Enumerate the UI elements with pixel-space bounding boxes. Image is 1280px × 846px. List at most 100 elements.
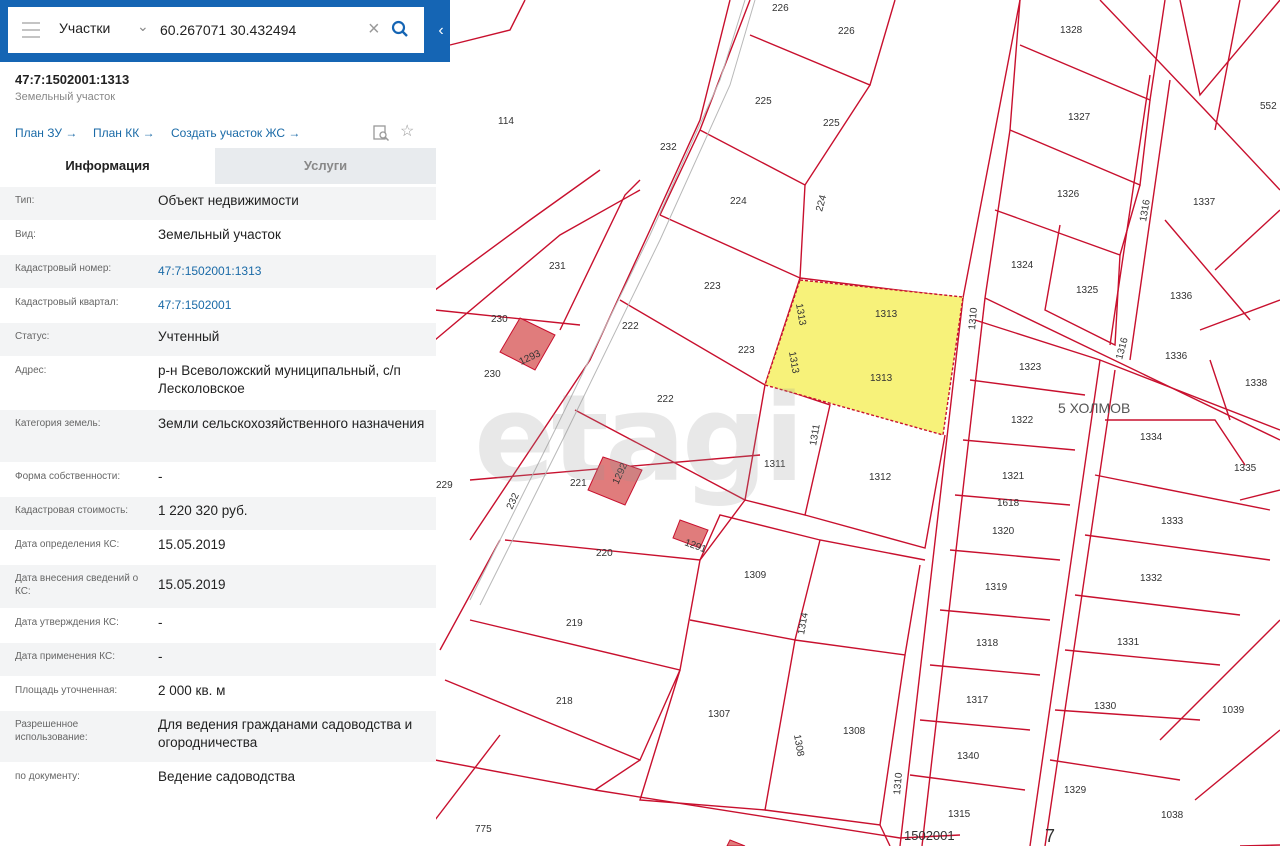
plot-label: 1334 bbox=[1140, 432, 1163, 443]
info-label: Разрешенное использование: bbox=[15, 719, 88, 743]
plot-label: 1319 bbox=[985, 582, 1008, 593]
plot-label: 218 bbox=[556, 696, 573, 707]
info-value: - bbox=[158, 649, 163, 664]
plot-label: 1038 bbox=[1161, 810, 1184, 821]
info-label: по документу: bbox=[15, 771, 80, 782]
plot-label: 1329 bbox=[1064, 785, 1087, 796]
plot-label: 1323 bbox=[1019, 362, 1042, 373]
plot-label: 1309 bbox=[744, 570, 767, 581]
info-value: - bbox=[158, 469, 163, 484]
cadastral-quarter-link[interactable]: 47:7:1502001 bbox=[158, 296, 430, 314]
plan-zu-link[interactable]: План ЗУ → bbox=[15, 126, 77, 140]
plot-label: 1307 bbox=[708, 709, 731, 720]
plot-label: 219 bbox=[566, 618, 583, 629]
search-type-select[interactable]: Участки bbox=[59, 20, 110, 36]
plot-label: 1310 bbox=[967, 307, 980, 331]
plot-label: 775 bbox=[475, 824, 492, 835]
plot-label: 1336 bbox=[1170, 291, 1193, 302]
search-bar: Участки ⌄ × ‹ bbox=[0, 0, 450, 62]
hamburger-menu-icon[interactable] bbox=[22, 22, 40, 38]
plot-label: 232 bbox=[660, 142, 677, 153]
plot-label: 1039 bbox=[1222, 705, 1245, 716]
info-row: Кадастровый квартал: 47:7:1502001 bbox=[0, 288, 436, 322]
plot-label: 552 bbox=[1260, 101, 1277, 112]
info-label: Дата утверждения КС: bbox=[15, 617, 119, 628]
info-row: Вид: Земельный участок bbox=[0, 220, 436, 254]
plot-label: 223 bbox=[704, 281, 721, 292]
info-label: Статус: bbox=[15, 331, 50, 342]
tab-services[interactable]: Услуги bbox=[215, 148, 436, 184]
info-row: Разрешенное использование: Для ведения гр… bbox=[0, 710, 436, 762]
plot-label: 231 bbox=[549, 261, 566, 272]
plot-label: 222 bbox=[622, 321, 639, 332]
info-panel: 47:7:1502001:1313 Земельный участок План… bbox=[0, 62, 436, 846]
plot-label: 225 bbox=[823, 118, 840, 129]
plot-label: 1320 bbox=[992, 526, 1015, 537]
plot-label: 230 bbox=[491, 314, 508, 325]
plot-label: 1322 bbox=[1011, 415, 1034, 426]
quarter-label: 1502001 bbox=[904, 828, 955, 843]
plot-label: 224 bbox=[730, 196, 747, 207]
collapse-panel-icon[interactable]: ‹ bbox=[434, 14, 448, 48]
info-label: Адрес: bbox=[15, 365, 47, 376]
plot-label: 1321 bbox=[1002, 471, 1025, 482]
plot-label: 1340 bbox=[957, 751, 980, 762]
plot-label: 1325 bbox=[1076, 285, 1099, 296]
info-label: Дата применения КС: bbox=[15, 651, 116, 662]
clear-icon[interactable]: × bbox=[368, 17, 380, 41]
info-row: Адрес: р-н Всеволожский муниципальный, с/… bbox=[0, 356, 436, 409]
info-label: Кадастровый номер: bbox=[15, 263, 112, 274]
tab-information[interactable]: Информация bbox=[0, 148, 215, 184]
parcel-subtitle: Земельный участок bbox=[15, 91, 116, 103]
plot-label: 1326 bbox=[1057, 189, 1080, 200]
plot-label: 223 bbox=[738, 345, 755, 356]
plot-label: 1318 bbox=[976, 638, 999, 649]
info-value: 15.05.2019 bbox=[158, 537, 226, 552]
info-label: Кадастровая стоимость: bbox=[15, 505, 129, 516]
district-label: 7 bbox=[1045, 826, 1055, 846]
info-value: Объект недвижимости bbox=[158, 193, 299, 208]
plot-label: 220 bbox=[596, 548, 613, 559]
info-row: Категория земель: Земли сельскохозяйствен… bbox=[0, 409, 436, 462]
info-row: Кадастровая стоимость: 1 220 320 руб. bbox=[0, 496, 436, 530]
document-search-icon[interactable] bbox=[373, 125, 390, 142]
plot-label: 1312 bbox=[869, 472, 892, 483]
plot-label: 1335 bbox=[1234, 463, 1257, 474]
tabs: Информация Услуги bbox=[0, 148, 436, 184]
info-value: - bbox=[158, 615, 163, 630]
plot-label: 226 bbox=[838, 26, 855, 37]
info-label: Дата внесения сведений о КС: bbox=[15, 573, 139, 597]
info-label: Дата определения КС: bbox=[15, 539, 120, 550]
info-label: Площадь уточненная: bbox=[15, 685, 118, 696]
info-value: 1 220 320 руб. bbox=[158, 503, 248, 518]
info-value: Земли сельскохозяйственного назначения bbox=[158, 416, 425, 431]
search-icon[interactable] bbox=[391, 20, 409, 38]
info-row: Форма собственности: - bbox=[0, 462, 436, 496]
plot-label: 1308 bbox=[843, 726, 866, 737]
chevron-down-icon[interactable]: ⌄ bbox=[137, 18, 149, 35]
info-row: по документу: Ведение садоводства bbox=[0, 762, 436, 796]
plot-label: 1313 bbox=[875, 309, 898, 320]
plot-label: 1338 bbox=[1245, 378, 1268, 389]
star-icon[interactable]: ☆ bbox=[400, 124, 414, 140]
search-input[interactable] bbox=[160, 15, 360, 45]
cadastral-number-link[interactable]: 47:7:1502001:1313 bbox=[158, 262, 430, 280]
plot-label: 1317 bbox=[966, 695, 989, 706]
plot-label: 1324 bbox=[1011, 260, 1034, 271]
plot-label: 226 bbox=[772, 3, 789, 14]
plot-label: 1330 bbox=[1094, 701, 1117, 712]
plot-label: 1315 bbox=[948, 809, 971, 820]
parcel-title: 47:7:1502001:1313 bbox=[15, 72, 130, 87]
plot-label: 225 bbox=[755, 96, 772, 107]
plot-label: 229 bbox=[436, 480, 453, 491]
create-parcel-link[interactable]: Создать участок ЖС → bbox=[171, 126, 300, 140]
plan-kk-link[interactable]: План КК → bbox=[93, 126, 155, 140]
search-box: Участки ⌄ × bbox=[8, 7, 424, 53]
info-value: Учтенный bbox=[158, 329, 220, 344]
info-value: Ведение садоводства bbox=[158, 769, 296, 784]
info-table: Тип: Объект недвижимости Вид: Земельный уч… bbox=[0, 186, 436, 796]
info-value: Земельный участок bbox=[158, 227, 281, 242]
plot-label: 1331 bbox=[1117, 637, 1140, 648]
plot-label: 1618 bbox=[997, 498, 1020, 509]
etagi-watermark: etagi bbox=[474, 370, 805, 509]
